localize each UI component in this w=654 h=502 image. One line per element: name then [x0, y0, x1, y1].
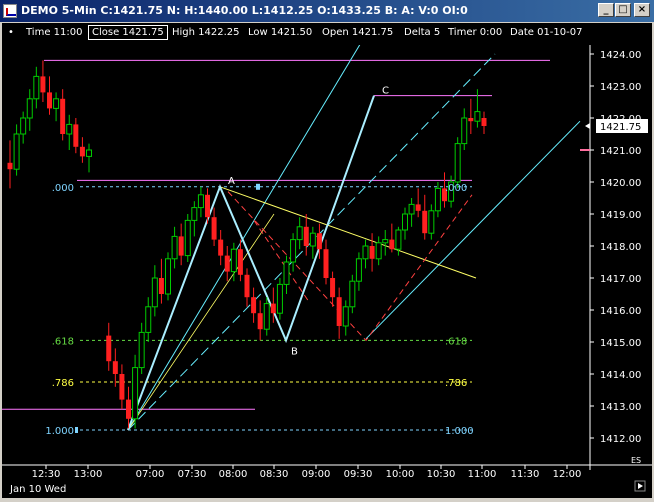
- fib-level-right-label-2: .786: [445, 378, 467, 389]
- price-label-3: 1421.00: [600, 146, 641, 157]
- info-delta: Delta 5: [404, 27, 441, 38]
- price-label-12: 1412.00: [600, 434, 641, 445]
- info-high: High 1422.25: [172, 27, 240, 38]
- info-time: Time 11:00: [26, 27, 83, 38]
- time-label-3: 07:30: [178, 469, 207, 480]
- price-label-8: 1416.00: [600, 306, 641, 317]
- candle-22[interactable]: [165, 252, 171, 301]
- price-chart[interactable]: 1424.001423.001422.001421.001420.001419.…: [2, 44, 652, 498]
- fib-level-label-2: .786: [52, 378, 74, 389]
- info-open: Open 1421.75: [322, 27, 394, 38]
- session-date-label: Jan 10 Wed: [9, 484, 66, 495]
- price-label-7: 1417.00: [600, 274, 641, 285]
- price-label-6: 1418.00: [600, 242, 641, 253]
- time-label-4: 08:00: [219, 469, 248, 480]
- candle-25[interactable]: [184, 214, 191, 262]
- time-label-0: 12:30: [32, 469, 61, 480]
- window-title: DEMO 5-Min C:1421.75 N: H:1440.00 L:1412…: [21, 4, 468, 17]
- minimize-button[interactable]: _: [598, 3, 614, 17]
- pattern-point-a: A: [228, 176, 235, 187]
- time-label-9: 10:30: [427, 469, 456, 480]
- chart-app-icon[interactable]: [3, 4, 17, 18]
- price-label-4: 1420.00: [600, 178, 641, 189]
- info-scroll-dot-icon: •: [8, 27, 14, 38]
- time-label-6: 09:00: [302, 469, 331, 480]
- candle-66[interactable]: [454, 137, 461, 189]
- price-label-0: 1424.00: [600, 50, 641, 61]
- pattern-point-b: B: [291, 346, 298, 357]
- time-label-10: 11:00: [468, 469, 497, 480]
- price-label-1: 1423.00: [600, 82, 641, 93]
- fib-level-label-0: .000: [52, 183, 74, 194]
- price-label-9: 1415.00: [600, 338, 641, 349]
- current-price-value: 1421.75: [600, 122, 641, 133]
- time-label-12: 12:00: [553, 469, 582, 480]
- fib-level-right-label-0: .000: [445, 183, 467, 194]
- info-low: Low 1421.50: [248, 27, 313, 38]
- time-label-8: 10:00: [386, 469, 415, 480]
- close-button[interactable]: ×: [634, 3, 650, 17]
- time-label-5: 08:30: [260, 469, 289, 480]
- window-titlebar[interactable]: DEMO 5-Min C:1421.75 N: H:1440.00 L:1412…: [0, 0, 654, 22]
- time-label-7: 09:30: [344, 469, 373, 480]
- info-close[interactable]: Close 1421.75: [88, 25, 168, 40]
- fib-level-right-label-3: 1.000: [445, 426, 474, 437]
- time-label-1: 13:00: [74, 469, 103, 480]
- info-timer: Timer 0:00: [448, 27, 503, 38]
- fib-level-right-label-1: .618: [445, 336, 467, 347]
- price-label-11: 1413.00: [600, 402, 641, 413]
- price-label-5: 1419.00: [600, 210, 641, 221]
- candle-39[interactable]: [276, 278, 283, 320]
- fib-level-label-3: 1.000: [45, 426, 74, 437]
- price-label-10: 1414.00: [600, 370, 641, 381]
- chart-area[interactable]: 1424.001423.001422.001421.001420.001419.…: [2, 44, 652, 498]
- data-window-bar: • Time 11:00 Close 1421.75 High 1422.25 …: [2, 23, 652, 45]
- pattern-point-c: C: [382, 86, 389, 97]
- fib-anchor-handle-b[interactable]: [75, 427, 78, 433]
- fib-anchor-handle-a[interactable]: [256, 183, 260, 190]
- fib-level-label-1: .618: [52, 336, 74, 347]
- info-date: Date 01-10-07: [510, 27, 583, 38]
- time-label-11: 11:30: [511, 469, 540, 480]
- symbol-label: ES: [631, 456, 641, 465]
- time-label-2: 07:00: [136, 469, 165, 480]
- scroll-right-icon[interactable]: [634, 480, 646, 492]
- maximize-button[interactable]: □: [615, 3, 631, 17]
